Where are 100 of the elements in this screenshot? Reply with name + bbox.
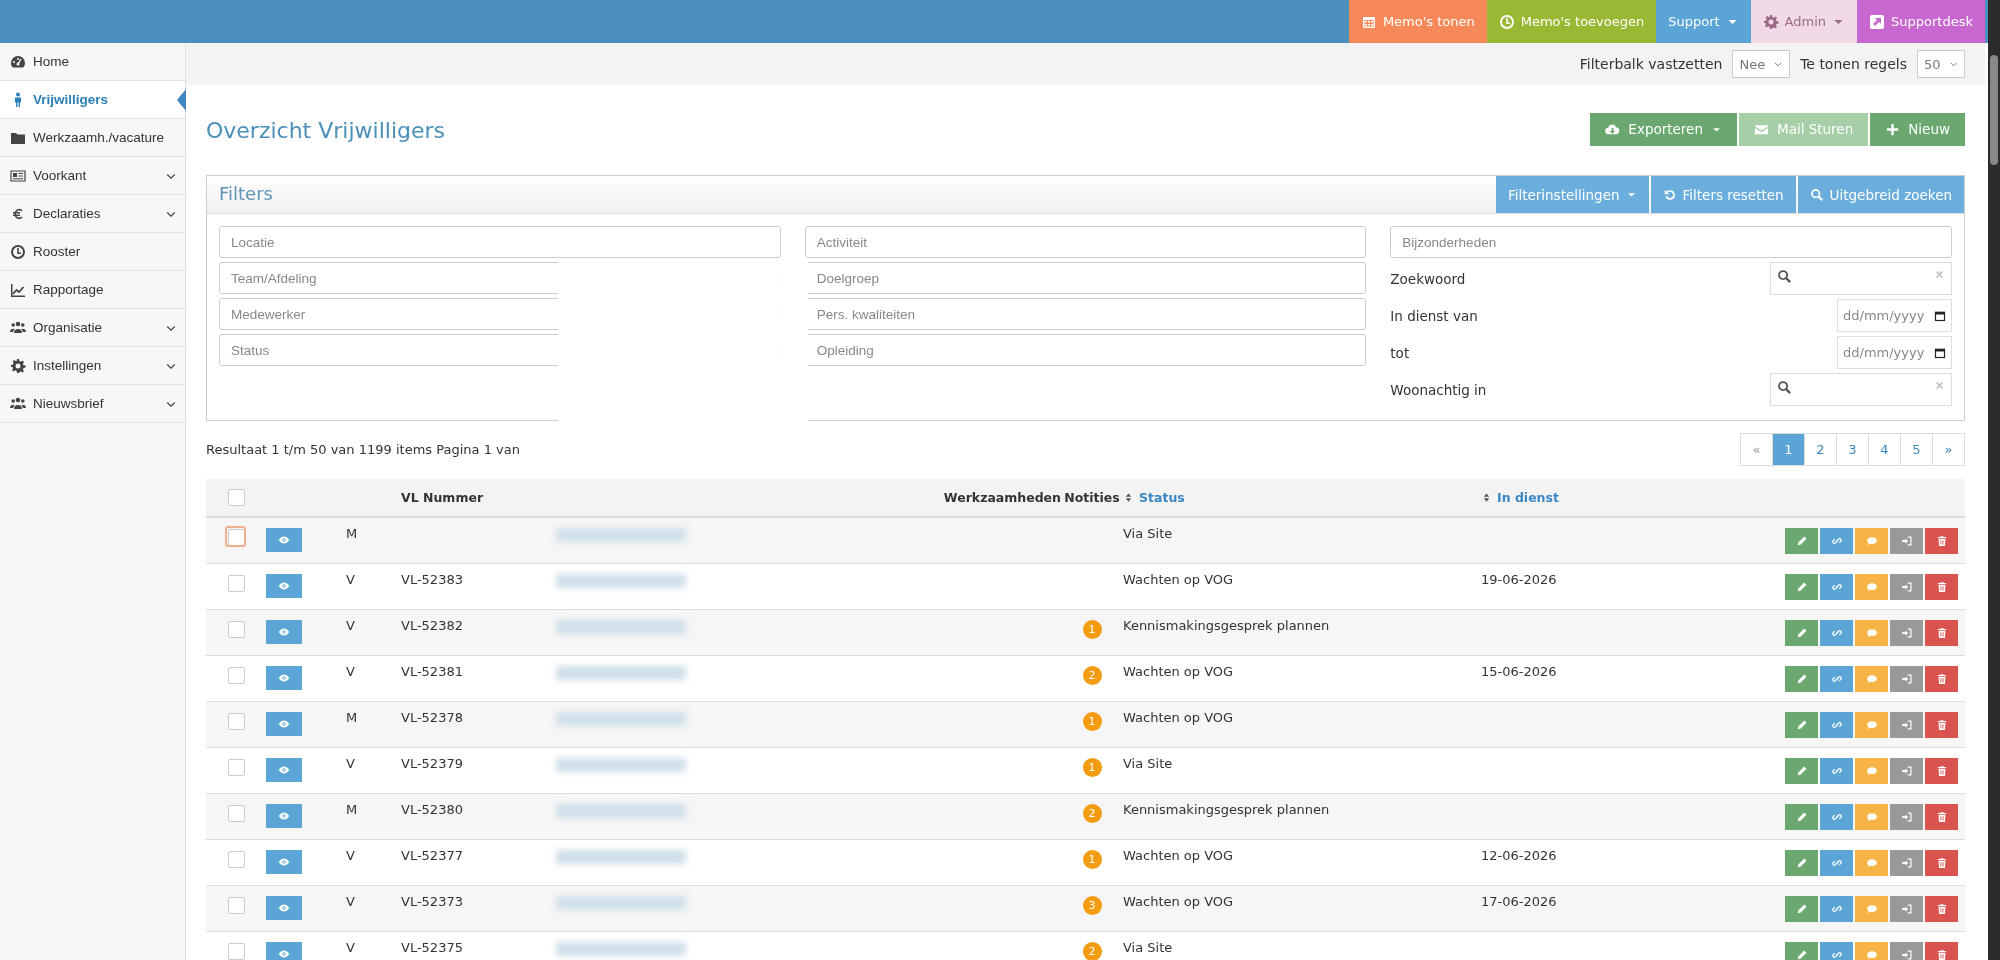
login-button[interactable]	[1890, 666, 1923, 692]
comment-button[interactable]	[1855, 896, 1888, 922]
filter-button[interactable]: Filterinstellingen	[1495, 176, 1649, 213]
sidebar-item[interactable]: Organisatie	[0, 309, 185, 347]
checkbox[interactable]	[227, 943, 245, 960]
comment-button[interactable]	[1855, 758, 1888, 784]
delete-button[interactable]	[1925, 712, 1958, 738]
top-menu-button[interactable]: Memo's toevoegen	[1486, 0, 1657, 43]
filter-button[interactable]: Uitgebreid zoeken	[1797, 176, 1964, 213]
link-button[interactable]	[1820, 804, 1853, 830]
page-link[interactable]: 2	[1804, 433, 1836, 465]
page-link[interactable]: 5	[1900, 433, 1932, 465]
checkbox[interactable]	[227, 759, 245, 776]
link-button[interactable]	[1820, 666, 1853, 692]
login-button[interactable]	[1890, 804, 1923, 830]
delete-button[interactable]	[1925, 896, 1958, 922]
filter-field[interactable]: Activiteit	[804, 226, 1367, 258]
login-button[interactable]	[1890, 620, 1923, 646]
edit-button[interactable]	[1785, 758, 1818, 784]
page-link[interactable]: 3	[1836, 433, 1868, 465]
link-button[interactable]	[1820, 896, 1853, 922]
link-button[interactable]	[1820, 574, 1853, 600]
sidebar-item[interactable]: Rapportage	[0, 271, 185, 309]
page-link[interactable]: 4	[1868, 433, 1900, 465]
comment-button[interactable]	[1855, 528, 1888, 554]
comment-button[interactable]	[1855, 712, 1888, 738]
checkbox[interactable]	[227, 621, 245, 638]
date-field[interactable]: dd/mm/yyyy	[1837, 336, 1952, 369]
filter-button[interactable]: Filters resetten	[1650, 176, 1796, 213]
comment-button[interactable]	[1855, 804, 1888, 830]
delete-button[interactable]	[1925, 620, 1958, 646]
date-field[interactable]: dd/mm/yyyy	[1837, 299, 1952, 332]
view-button[interactable]	[266, 758, 302, 782]
link-button[interactable]	[1820, 712, 1853, 738]
view-button[interactable]	[266, 896, 302, 920]
top-menu-button[interactable]: Memo's tonen	[1348, 0, 1487, 43]
delete-button[interactable]	[1925, 666, 1958, 692]
edit-button[interactable]	[1785, 620, 1818, 646]
login-button[interactable]	[1890, 528, 1923, 554]
checkbox[interactable]	[227, 851, 245, 868]
delete-button[interactable]	[1925, 574, 1958, 600]
export-button[interactable]: Exporteren	[1590, 112, 1737, 146]
pin-select[interactable]: Nee	[1732, 50, 1791, 78]
column-header[interactable]: In dienst	[1497, 490, 1559, 505]
comment-button[interactable]	[1855, 620, 1888, 646]
view-button[interactable]	[266, 850, 302, 874]
sidebar-item[interactable]: Werkzaamh./vacature	[0, 119, 185, 157]
search-field[interactable]	[1770, 373, 1952, 406]
delete-button[interactable]	[1925, 850, 1958, 876]
edit-button[interactable]	[1785, 896, 1818, 922]
search-field[interactable]	[1770, 262, 1952, 295]
checkbox[interactable]	[227, 805, 245, 822]
view-button[interactable]	[266, 528, 302, 552]
link-button[interactable]	[1820, 758, 1853, 784]
column-header[interactable]: Status	[1139, 490, 1185, 505]
link-button[interactable]	[1820, 528, 1853, 554]
login-button[interactable]	[1890, 574, 1923, 600]
view-button[interactable]	[266, 804, 302, 828]
view-button[interactable]	[266, 666, 302, 690]
top-menu-button[interactable]: Supportdesk	[1857, 0, 1985, 43]
view-button[interactable]	[266, 620, 302, 644]
sidebar-item[interactable]: Instellingen	[0, 347, 185, 385]
edit-button[interactable]	[1785, 850, 1818, 876]
link-button[interactable]	[1820, 620, 1853, 646]
delete-button[interactable]	[1925, 528, 1958, 554]
view-button[interactable]	[266, 574, 302, 598]
edit-button[interactable]	[1785, 574, 1818, 600]
page-link[interactable]: 1	[1772, 433, 1804, 465]
view-button[interactable]	[266, 942, 302, 960]
page-link[interactable]: »	[1932, 433, 1964, 465]
login-button[interactable]	[1890, 758, 1923, 784]
rows-select[interactable]: 50	[1917, 50, 1965, 78]
comment-button[interactable]	[1855, 666, 1888, 692]
comment-button[interactable]	[1855, 574, 1888, 600]
checkbox[interactable]	[227, 713, 245, 730]
checkbox[interactable]	[227, 897, 245, 914]
comment-button[interactable]	[1855, 850, 1888, 876]
filter-field[interactable]: Locatie	[219, 226, 781, 258]
checkbox[interactable]	[227, 489, 245, 506]
filter-field[interactable]: Bijzonderheden	[1390, 226, 1952, 258]
edit-button[interactable]	[1785, 712, 1818, 738]
checkbox[interactable]	[227, 575, 245, 592]
delete-button[interactable]	[1925, 758, 1958, 784]
checkbox[interactable]	[227, 667, 245, 684]
sidebar-item[interactable]: Declaraties	[0, 195, 185, 233]
login-button[interactable]	[1890, 850, 1923, 876]
login-button[interactable]	[1890, 896, 1923, 922]
top-menu-button[interactable]: Support	[1656, 0, 1751, 43]
sidebar-item[interactable]: Vrijwilligers	[0, 81, 185, 119]
edit-button[interactable]	[1785, 528, 1818, 554]
page-link[interactable]: «	[1741, 433, 1772, 465]
view-button[interactable]	[266, 712, 302, 736]
new-button[interactable]: Nieuw	[1870, 112, 1965, 146]
edit-button[interactable]	[1785, 666, 1818, 692]
sidebar-item[interactable]: Nieuwsbrief	[0, 385, 185, 423]
link-button[interactable]	[1820, 850, 1853, 876]
scrollbar[interactable]	[1988, 0, 2000, 960]
sidebar-item[interactable]: Voorkant	[0, 157, 185, 195]
delete-button[interactable]	[1925, 804, 1958, 830]
edit-button[interactable]	[1785, 804, 1818, 830]
